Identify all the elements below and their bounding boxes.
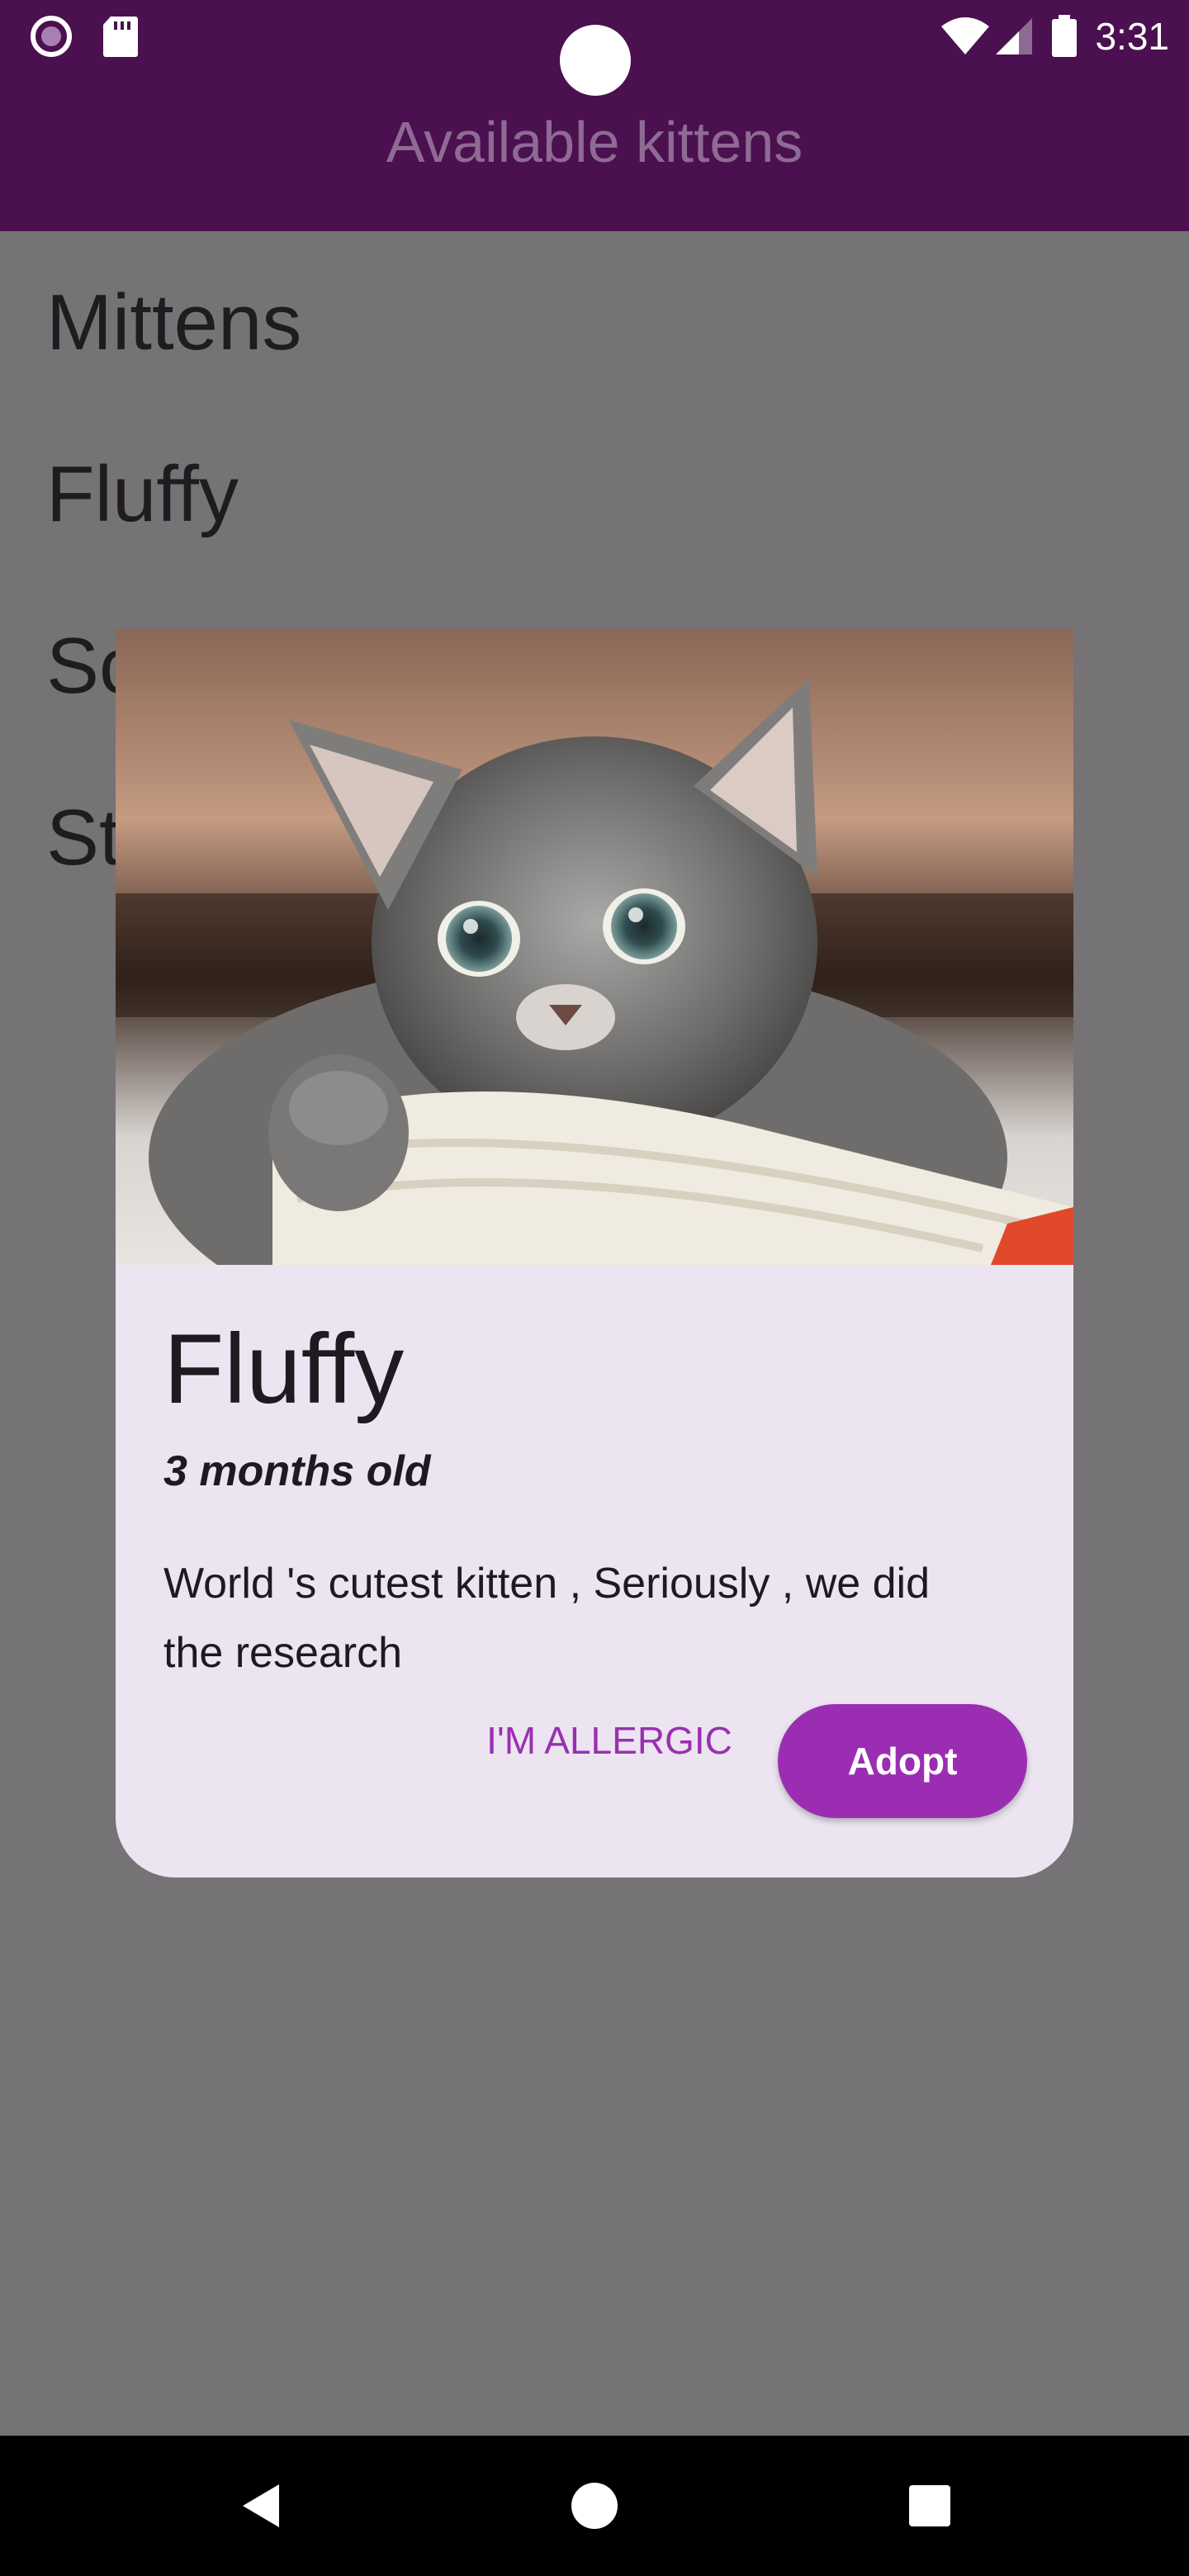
kitten-photo xyxy=(116,629,1073,1265)
adopt-button[interactable]: Adopt xyxy=(778,1704,1027,1818)
kitten-description: World 's cutest kitten , Seriously , we … xyxy=(163,1560,931,1677)
app-bar: 3:31 Available kittens xyxy=(0,0,1189,231)
kitten-age: 3 months old xyxy=(163,1447,431,1495)
status-icons: 3:31 xyxy=(940,12,1169,61)
recents-button[interactable] xyxy=(880,2436,979,2576)
home-icon xyxy=(571,2483,618,2529)
back-button[interactable] xyxy=(211,2436,310,2576)
battery-icon xyxy=(1052,15,1078,57)
status-time: 3:31 xyxy=(1095,15,1169,58)
kitten-dialog: Fluffy 3 months old World 's cutest kitt… xyxy=(116,629,1073,1878)
list-item[interactable]: Mittens xyxy=(46,277,301,368)
radio-icon xyxy=(31,16,72,57)
signal-icon xyxy=(996,18,1033,54)
list-item[interactable]: Fluffy xyxy=(46,449,239,540)
wifi-icon xyxy=(941,17,990,54)
back-icon xyxy=(243,2484,279,2527)
list-item[interactable]: St xyxy=(46,793,121,883)
page-title: Available kittens xyxy=(386,110,803,174)
recents-icon xyxy=(909,2485,950,2526)
status-bar: 3:31 xyxy=(0,0,1189,96)
kitten-name: Fluffy xyxy=(163,1314,405,1424)
sd-card-icon xyxy=(103,17,138,57)
home-button[interactable] xyxy=(545,2436,644,2576)
navigation-bar xyxy=(0,2436,1189,2576)
allergic-button[interactable]: I'M ALLERGIC xyxy=(477,1707,741,1773)
camera-cutout xyxy=(560,25,631,96)
